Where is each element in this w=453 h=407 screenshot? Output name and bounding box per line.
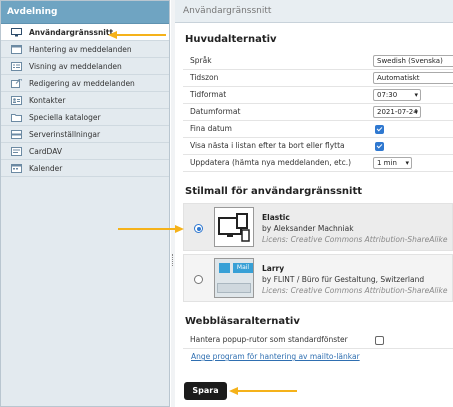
language-select[interactable]: Swedish (Svenska): [373, 55, 453, 67]
popup-row: Hantera popup-rutor som standardfönster: [183, 332, 453, 349]
sidebar-item-special-folders[interactable]: Speciella kataloger: [1, 109, 169, 126]
page-title: Användargränssnitt: [175, 0, 453, 23]
date-format-label: Datumformat: [190, 107, 241, 116]
sidebar-item-server-settings[interactable]: Serverinställningar: [1, 126, 169, 143]
settings-main-panel: Användargränssnitt Huvudalternativ Språk…: [175, 0, 453, 407]
skin-license: Licens: Creative Commons Attribution-Sha…: [262, 235, 448, 244]
list-window-icon: [11, 62, 22, 71]
calendar-icon: [11, 164, 22, 173]
annotation-arrow-save: [229, 387, 297, 395]
refresh-row: Uppdatera (hämta nya meddelanden, etc.) …: [183, 155, 453, 172]
sidebar-item-label: CardDAV: [29, 147, 62, 156]
popup-checkbox[interactable]: [375, 336, 384, 345]
show-next-row: Visa nästa i listan efter ta bort eller …: [183, 138, 453, 155]
refresh-select[interactable]: 1 min ▾: [373, 157, 412, 169]
sidebar-item-label: Användargränssnitt: [29, 28, 114, 37]
sidebar-item-label: Speciella kataloger: [29, 113, 101, 122]
show-next-checkbox[interactable]: [375, 142, 384, 151]
sidebar-item-label: Kalender: [29, 164, 63, 173]
skin-name: Elastic: [262, 213, 290, 222]
section-browser-title: Webbläsaralternativ: [185, 316, 300, 327]
larry-thumb-mail-label: Mail: [233, 263, 253, 273]
settings-sidebar: Avdelning Användargränssnitt Hantering a…: [0, 0, 170, 407]
timezone-row: Tidszon Automatiskt: [183, 70, 453, 87]
chevron-down-icon: ▾: [414, 91, 418, 99]
monitor-icon: [11, 28, 22, 37]
skin-radio-elastic[interactable]: [194, 224, 203, 233]
sidebar-item-label: Hantering av meddelanden: [29, 45, 132, 54]
contact-card-icon: [11, 96, 22, 105]
date-format-select[interactable]: 2021-07-24 ▾: [373, 106, 421, 118]
sidebar-item-contacts[interactable]: Kontakter: [1, 92, 169, 109]
skin-author: by Aleksander Machniak: [262, 224, 354, 233]
annotation-arrow-skin: [118, 225, 184, 233]
section-skin-title: Stilmall för användargränssnitt: [185, 186, 363, 197]
folder-icon: [11, 113, 22, 122]
mail-icon: [219, 263, 230, 273]
sidebar-item-message-handling[interactable]: Hantering av meddelanden: [1, 41, 169, 58]
skin-option-elastic[interactable]: Elastic by Aleksander Machniak Licens: C…: [183, 203, 453, 251]
time-format-label: Tidformat: [190, 90, 227, 99]
chevron-down-icon: ▾: [405, 159, 409, 167]
compose-icon: [11, 79, 22, 88]
sidebar-item-message-composition[interactable]: Redigering av meddelanden: [1, 75, 169, 92]
window-icon: [11, 45, 22, 54]
time-format-select[interactable]: 07:30 ▾: [373, 89, 421, 101]
server-icon: [11, 130, 22, 139]
save-button[interactable]: Spara: [184, 382, 227, 400]
sidebar-item-label: Redigering av meddelanden: [29, 79, 135, 88]
sidebar-item-carddav[interactable]: CardDAV: [1, 143, 169, 160]
time-format-row: Tidformat 07:30 ▾: [183, 87, 453, 104]
show-next-label: Visa nästa i listan efter ta bort eller …: [190, 141, 345, 150]
sidebar-item-calendar[interactable]: Kalender: [1, 160, 169, 177]
elastic-thumbnail: [214, 207, 254, 247]
refresh-label: Uppdatera (hämta nya meddelanden, etc.): [190, 158, 352, 167]
popup-label: Hantera popup-rutor som standardfönster: [190, 335, 348, 344]
sidebar-item-label: Visning av meddelanden: [29, 62, 122, 71]
skin-license: Licens: Creative Commons Attribution-Sha…: [262, 286, 448, 295]
resizer-grip-icon[interactable]: [172, 254, 174, 266]
timezone-select[interactable]: Automatiskt: [373, 72, 453, 84]
skin-name: Larry: [262, 264, 285, 273]
skin-author: by FLINT / Büro für Gestaltung, Switzerl…: [262, 275, 425, 284]
language-label: Språk: [190, 56, 212, 65]
pretty-date-row: Fina datum: [183, 121, 453, 138]
skin-radio-larry[interactable]: [194, 275, 203, 284]
pretty-date-label: Fina datum: [190, 124, 232, 133]
larry-thumbnail: Mail: [214, 258, 254, 298]
language-row: Språk Swedish (Svenska): [183, 53, 453, 70]
sidebar-item-label: Kontakter: [29, 96, 66, 105]
mailto-handler-link[interactable]: Ange program för hantering av mailto-län…: [191, 352, 360, 361]
pretty-date-checkbox[interactable]: [375, 125, 384, 134]
timezone-label: Tidszon: [190, 73, 219, 82]
carddav-icon: [11, 147, 22, 156]
sidebar-item-label: Serverinställningar: [29, 130, 101, 139]
sidebar-title: Avdelning: [1, 1, 169, 24]
annotation-arrow-sidebar: [108, 31, 166, 39]
skin-option-larry[interactable]: Mail Larry by FLINT / Büro für Gestaltun…: [183, 254, 453, 302]
date-format-row: Datumformat 2021-07-24 ▾: [183, 104, 453, 121]
larry-toolbar-icon: [217, 283, 251, 293]
sidebar-item-message-display[interactable]: Visning av meddelanden: [1, 58, 169, 75]
chevron-down-icon: ▾: [414, 108, 418, 116]
section-main-options-title: Huvudalternativ: [185, 34, 277, 45]
